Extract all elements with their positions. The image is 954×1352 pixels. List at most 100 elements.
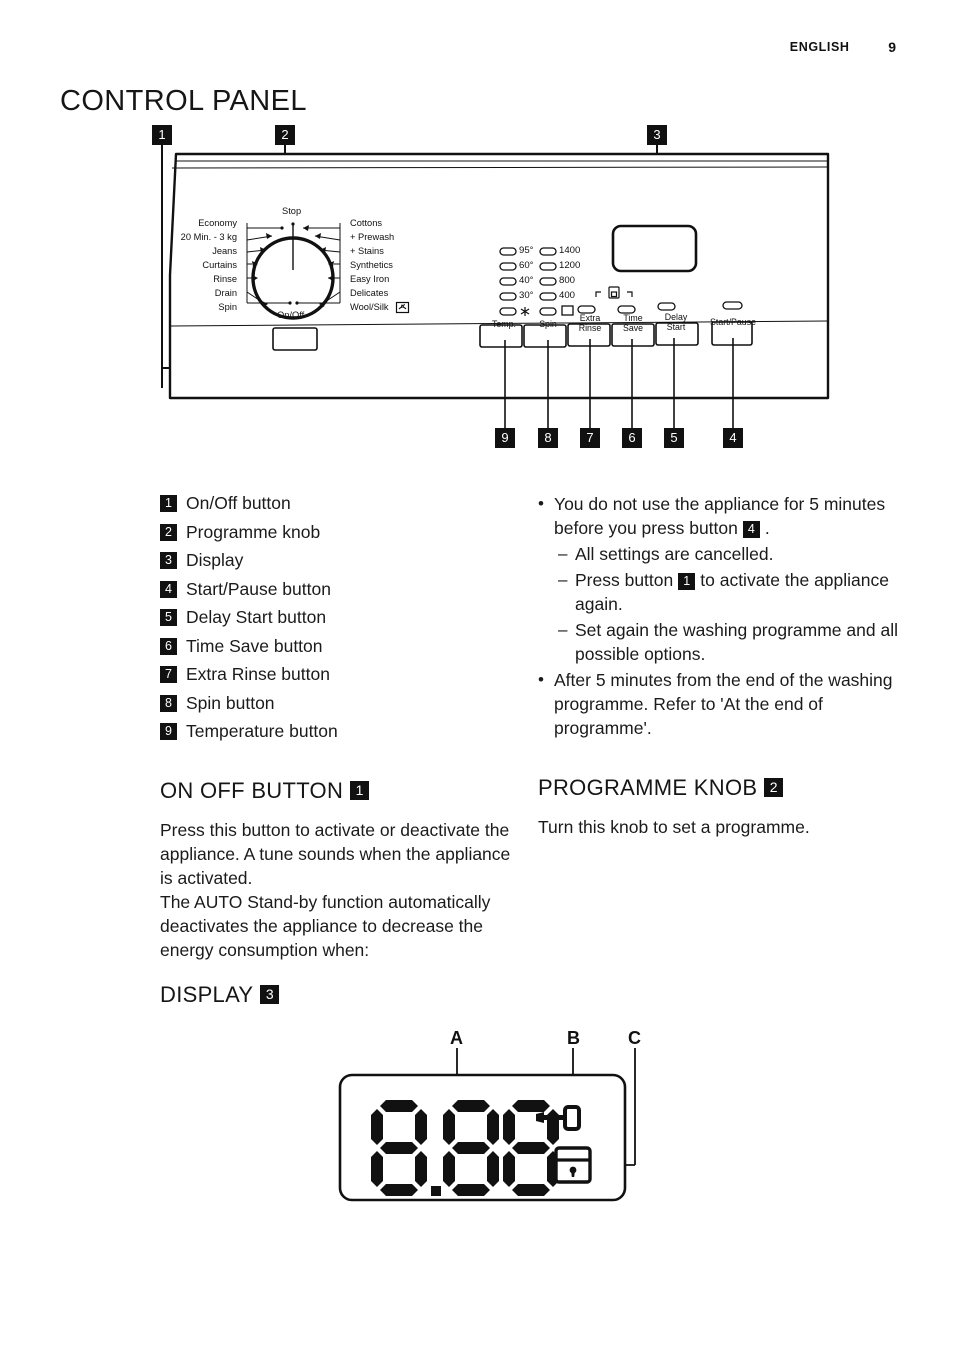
section-heading-display-text: DISPLAY: [160, 982, 254, 1007]
knob-onoff-label: On/Off: [277, 310, 305, 320]
legend-badge-4: 4: [160, 580, 177, 598]
legend-item-4: 4 Start/Pause button: [160, 578, 510, 601]
page-title: CONTROL PANEL: [60, 85, 307, 118]
button-caption-temp: Temp.: [492, 319, 516, 329]
note-sub-3-text: Set again the washing programme and all …: [575, 620, 898, 664]
language-label: ENGLISH: [789, 39, 850, 54]
button-caption-start-pause: Start/Pause: [710, 317, 756, 327]
callout-4: 4: [723, 428, 743, 448]
display-figure: A B C: [0, 1020, 954, 1230]
display-callout-a: A: [450, 1028, 463, 1048]
section-body-programme-knob: Turn this knob to set a programme.: [538, 817, 810, 837]
callout-8: 8: [538, 428, 558, 448]
programme-label-stains: + Stains: [350, 246, 384, 256]
note-sub-3: – Set again the washing programme and al…: [558, 618, 898, 666]
programme-label-spin: Spin: [218, 302, 237, 312]
programme-label-wool-silk: Wool/Silk: [350, 302, 389, 312]
legend-item-9: 9 Temperature button: [160, 720, 510, 743]
bullet-marker: •: [538, 670, 544, 689]
callout-7: 7: [580, 428, 600, 448]
note-sub-2-text-a: Press button: [575, 570, 674, 590]
legend-badge-7: 7: [160, 666, 177, 683]
legend-badge-5: 5: [160, 609, 177, 626]
callout-6: 6: [622, 428, 642, 448]
legend-item-7: 7 Extra Rinse button: [160, 663, 510, 686]
padlock-icon: [554, 1146, 592, 1184]
section-body-on-off: Press this button to activate or deactiv…: [160, 820, 511, 960]
legend-label-7: Extra Rinse button: [186, 664, 330, 684]
section-heading-programme-knob-badge: 2: [764, 777, 784, 797]
button-caption-extra-rinse-2: Rinse: [578, 323, 602, 333]
standby-notes: • You do not use the appliance for 5 min…: [538, 492, 898, 742]
hand-wash-icon: [395, 301, 410, 314]
note-1-text: You do not use the appliance for 5 minut…: [554, 494, 886, 538]
bullet-marker: •: [538, 494, 544, 513]
legend-badge-9: 9: [160, 723, 177, 740]
note-sub-2: – Press button 1 to activate the appliance…: [558, 568, 898, 616]
legend-item-3: 3 Display: [160, 549, 510, 572]
programme-label-synthetics: Synthetics: [350, 260, 393, 270]
programme-label-easy-iron: Easy Iron: [350, 274, 390, 284]
temp-indicator-60: 60°: [519, 260, 534, 271]
programme-label-curtains: Curtains: [202, 260, 237, 270]
control-panel-figure: 1 2 3 Economy 20 Min. - 3 kg Jeans Curta…: [0, 120, 954, 470]
legend-badge-1: 1: [160, 495, 177, 512]
legend-item-2: 2 Programme knob: [160, 521, 510, 544]
spin-indicator-1400: 1400: [559, 245, 581, 256]
note-sub-1-text: All settings are cancelled.: [575, 544, 774, 564]
legend-label-3: Display: [186, 550, 244, 570]
programme-label-jeans: Jeans: [212, 246, 237, 256]
display-callout-c: C: [628, 1028, 641, 1048]
programme-label-delicates: Delicates: [350, 288, 389, 298]
section-heading-on-off: ON OFF BUTTON 1: [160, 778, 370, 804]
section-heading-programme-knob: PROGRAMME KNOB 2: [538, 775, 784, 801]
legend-list: 1 On/Off button 2 Programme knob 3 Displ…: [160, 492, 510, 749]
programme-label-20min-3kg: 20 Min. - 3 kg: [180, 232, 237, 242]
note-2-text: After 5 minutes from the end of the wash…: [554, 670, 893, 738]
legend-badge-6: 6: [160, 637, 177, 655]
programme-label-rinse: Rinse: [213, 274, 237, 284]
dash-marker: –: [558, 544, 568, 563]
legend-label-2: Programme knob: [186, 521, 321, 542]
programme-label-cottons: Cottons: [350, 218, 383, 228]
note-1-period: .: [764, 518, 770, 538]
note-bullet-2: • After 5 minutes from the end of the wa…: [538, 668, 898, 740]
section-heading-display-badge: 3: [260, 984, 280, 1004]
programme-label-drain: Drain: [214, 288, 237, 298]
button-caption-time-save-1: Time: [623, 313, 643, 323]
legend-label-8: Spin button: [186, 692, 275, 713]
temp-indicator-95: 95°: [519, 245, 534, 256]
button-caption-time-save-2: Save: [622, 323, 644, 333]
legend-label-1: On/Off button: [186, 493, 291, 513]
note-sub-1: – All settings are cancelled.: [558, 542, 898, 566]
legend-label-9: Temperature button: [186, 721, 338, 741]
programme-label-economy: Economy: [198, 218, 237, 228]
page-header: ENGLISH 9: [0, 38, 954, 64]
spin-indicator-800: 800: [559, 275, 576, 286]
knob-stop-label: Stop: [282, 206, 302, 216]
callout-5: 5: [664, 428, 684, 448]
legend-item-8: 8 Spin button: [160, 692, 510, 715]
legend-item-1: 1 On/Off button: [160, 492, 510, 515]
display-callout-b: B: [567, 1028, 580, 1048]
note-1-badge: 4: [742, 520, 760, 538]
button-caption-delay-start-2: Start: [666, 322, 686, 332]
spin-indicator-1200: 1200: [559, 260, 581, 271]
dash-marker: –: [558, 570, 568, 589]
section-heading-display: DISPLAY 3: [160, 982, 280, 1008]
legend-label-5: Delay Start button: [186, 607, 327, 627]
display-drawing: [338, 1048, 636, 1202]
programme-label-prewash: + Prewash: [350, 232, 395, 242]
temp-indicator-40: 40°: [519, 275, 534, 286]
section-heading-on-off-text: ON OFF BUTTON: [160, 778, 344, 803]
note-sub-2-badge: 1: [678, 572, 696, 590]
button-caption-spin: Spin: [539, 319, 557, 329]
note-bullet-1: • You do not use the appliance for 5 min…: [538, 492, 898, 540]
temp-indicator-30: 30°: [519, 290, 534, 301]
legend-badge-3: 3: [160, 552, 177, 569]
legend-badge-2: 2: [160, 523, 177, 541]
button-caption-delay-start-1: Delay: [664, 312, 688, 322]
section-heading-on-off-badge: 1: [350, 780, 370, 800]
dash-marker: –: [558, 620, 568, 639]
legend-label-6: Time Save button: [186, 635, 323, 656]
